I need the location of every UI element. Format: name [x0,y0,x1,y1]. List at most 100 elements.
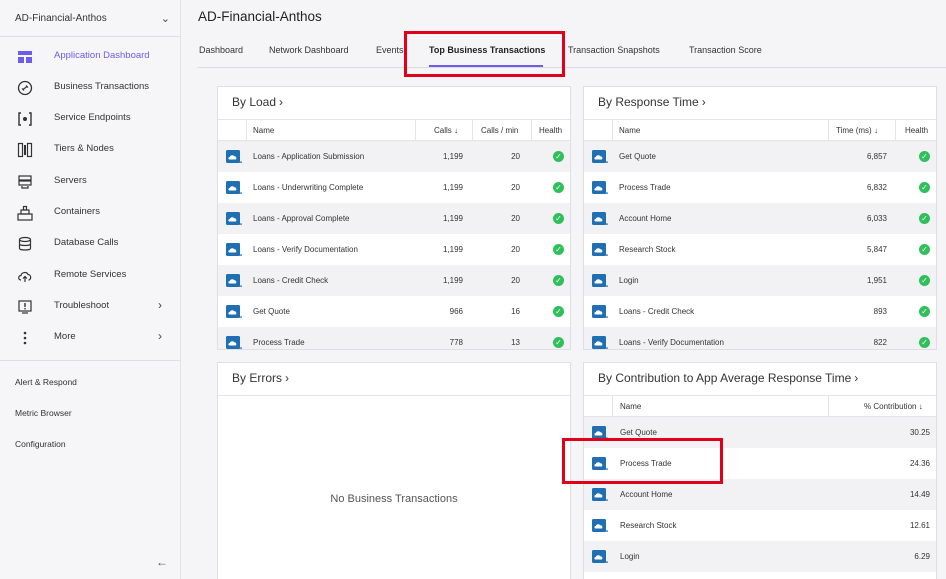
transaction-name-link[interactable]: Loans - Verify Documentation [253,245,358,254]
table-row[interactable]: Login 6.29 [584,541,936,572]
sidebar-item-label: Troubleshoot [54,300,110,311]
table-row[interactable]: Process Trade 778 13 ✓ [218,327,570,349]
business-transaction-icon [592,181,608,195]
contribution-value: 12.61 [909,521,930,530]
health-ok-icon: ✓ [553,151,564,162]
transaction-name-link[interactable]: Loans - Credit Check [619,307,694,316]
by-errors-panel: By Errors › No Business Transactions [217,362,571,579]
health-ok-icon: ✓ [553,213,564,224]
table-row[interactable]: Research Stock 12.61 [584,510,936,541]
calls-value: 778 [449,338,463,347]
table-row[interactable]: Login 1,951 ✓ [584,265,936,296]
column-header-health[interactable]: Health [905,126,928,135]
sidebar-item-troubleshoot[interactable]: Troubleshoot › [0,291,181,322]
dashboard-icon [18,51,32,63]
transaction-name-link[interactable]: Loans - Verify Documentation [619,338,724,347]
transaction-name-link[interactable]: Process Trade [619,183,671,192]
transaction-name-link[interactable]: Get Quote [620,428,657,437]
table-row[interactable]: Loans - Verify Documentation 1,199 20 ✓ [218,234,570,265]
chevron-down-icon: ⌄ [160,12,170,25]
table-row[interactable]: Research Stock 5,847 ✓ [584,234,936,265]
sidebar-item-servers[interactable]: Servers [0,166,181,197]
health-ok-icon: ✓ [553,337,564,348]
transaction-name-link[interactable]: Loans - Approval Complete [253,214,350,223]
health-ok-icon: ✓ [553,182,564,193]
transaction-name-link[interactable]: Account Home [619,214,671,223]
transaction-name-link[interactable]: Loans - Credit Check [253,276,328,285]
table-row[interactable]: Loans - Application Submission 1,199 20 ✓ [218,141,570,172]
column-divider [246,120,247,142]
tab-network-dashboard[interactable]: Network Dashboard [269,45,349,55]
health-ok-icon: ✓ [919,182,930,193]
business-transaction-icon [592,519,608,533]
calls-per-min-value: 20 [511,152,520,161]
transaction-name-link[interactable]: Account Home [620,490,672,499]
cloud-upload-icon [18,271,32,282]
table-row[interactable]: Loans - Approval Complete 1,199 20 ✓ [218,203,570,234]
table-row[interactable]: Get Quote 6,857 ✓ [584,141,936,172]
sidebar-item-remote-services[interactable]: Remote Services [0,260,181,291]
transaction-name-link[interactable]: Get Quote [253,307,290,316]
panel-divider [218,395,570,396]
sidebar-item-business-transactions[interactable]: Business Transactions [0,72,181,103]
by-load-title[interactable]: By Load › [232,95,283,109]
column-header-name[interactable]: Name [619,126,640,135]
transaction-name-link[interactable]: Loans - Underwriting Complete [253,183,363,192]
column-divider [895,120,896,142]
transaction-name-link[interactable]: Get Quote [619,152,656,161]
configuration-link[interactable]: Configuration [15,439,66,449]
column-header-health[interactable]: Health [539,126,562,135]
business-transaction-icon [592,550,608,564]
by-errors-title[interactable]: By Errors › [232,371,289,385]
transaction-name-link[interactable]: Login [620,552,640,561]
column-header-calls[interactable]: Calls ↓ [434,126,458,135]
chevron-right-icon: › [158,329,162,343]
table-row[interactable]: Loans - Credit Check 893 ✓ [584,296,936,327]
sidebar-item-more[interactable]: More › [0,322,181,353]
sidebar-item-containers[interactable]: Containers [0,197,181,228]
health-ok-icon: ✓ [919,337,930,348]
transaction-name-link[interactable]: Research Stock [619,245,675,254]
metric-browser-link[interactable]: Metric Browser [15,408,72,418]
tab-events[interactable]: Events [376,45,404,55]
sidebar-item-label: Containers [54,206,100,217]
application-selector[interactable]: AD-Financial-Anthos ⌄ [15,10,170,26]
business-transaction-icon [592,336,608,349]
time-ms-value: 6,832 [866,183,887,192]
sidebar-item-tiers-nodes[interactable]: Tiers & Nodes [0,134,181,165]
table-row[interactable]: Loans - Credit Check 1,199 20 ✓ [218,265,570,296]
database-icon [18,236,32,251]
tab-dashboard[interactable]: Dashboard [199,45,243,55]
calls-per-min-value: 20 [511,276,520,285]
tab-transaction-snapshots[interactable]: Transaction Snapshots [568,45,660,55]
table-row[interactable]: Loans - Underwriting Complete 1,199 20 ✓ [218,172,570,203]
contribution-value: 14.49 [909,490,930,499]
table-row[interactable]: Loans - Verify Documentation 822 ✓ [584,327,936,349]
sidebar-item-database-calls[interactable]: Database Calls [0,228,181,259]
by-contribution-title[interactable]: By Contribution to App Average Response … [598,371,858,385]
business-transaction-icon [592,243,608,257]
column-header-calls-per-min[interactable]: Calls / min [481,126,518,135]
more-icon [23,331,27,345]
column-header-name[interactable]: Name [253,126,274,135]
sidebar-item-application-dashboard[interactable]: Application Dashboard [0,41,181,72]
transaction-name-link[interactable]: Research Stock [620,521,676,530]
transaction-name-link[interactable]: Login [619,276,639,285]
table-row[interactable]: Account Home 6,033 ✓ [584,203,936,234]
transaction-name-link[interactable]: Process Trade [253,338,305,347]
tab-transaction-score[interactable]: Transaction Score [689,45,762,55]
column-header-name[interactable]: Name [620,402,641,411]
transaction-name-link[interactable]: Loans - Application Submission [253,152,364,161]
time-ms-value: 893 [873,307,887,316]
by-response-time-title[interactable]: By Response Time › [598,95,706,109]
sidebar-item-label: Database Calls [54,237,119,248]
table-row[interactable]: Process Trade 6,832 ✓ [584,172,936,203]
column-header-contribution[interactable]: % Contribution ↓ [864,402,923,411]
collapse-sidebar-icon[interactable]: ← [156,555,168,569]
alert-respond-link[interactable]: Alert & Respond [15,377,77,387]
column-header-time[interactable]: Time (ms) ↓ [836,126,878,135]
table-row[interactable]: Get Quote 966 16 ✓ [218,296,570,327]
sidebar-divider [0,36,181,37]
sidebar-item-service-endpoints[interactable]: Service Endpoints [0,103,181,134]
column-header-label: % Contribution [864,402,917,411]
